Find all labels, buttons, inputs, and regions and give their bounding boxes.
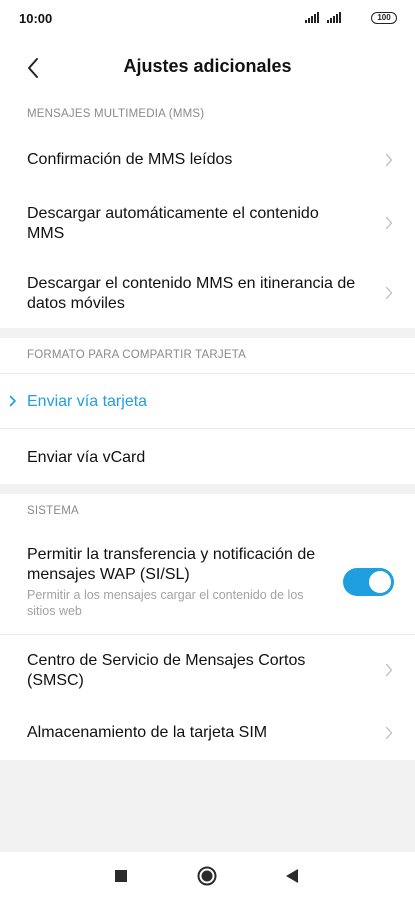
list-item-title: Descargar automáticamente el contenido M… (27, 205, 319, 242)
chevron-right-icon (385, 153, 393, 167)
chevron-right-icon (385, 286, 393, 300)
status-bar: 10:00 100 (0, 0, 415, 36)
section-label: SISTEMA (27, 505, 79, 517)
recents-button[interactable] (109, 864, 133, 888)
page-title: Ajustes adicionales (123, 56, 292, 76)
status-time: 10:00 (19, 11, 53, 26)
list-item-title: Confirmación de MMS leídos (27, 151, 233, 168)
list-item-title: Permitir la transferencia y notificación… (27, 546, 316, 583)
triangle-left-icon (286, 869, 298, 883)
chevron-right-icon (385, 663, 393, 677)
header: Ajustes adicionales (0, 36, 415, 98)
list-item-mms-roaming-download[interactable]: Descargar el contenido MMS en itineranci… (0, 258, 415, 328)
square-icon (115, 870, 127, 882)
chevron-right-icon (385, 726, 393, 740)
list-item-title: Almacenamiento de la tarjeta SIM (27, 724, 268, 741)
list-item-send-via-vcard[interactable]: Enviar vía vCard (0, 429, 415, 484)
circle-icon (197, 866, 217, 886)
battery-icon: 100 (371, 12, 397, 24)
signal-icon (327, 12, 345, 23)
section-label: MENSAJES MULTIMEDIA (MMS) (27, 108, 205, 120)
list-item-title: Enviar vía vCard (27, 449, 146, 466)
list-item-wap-push[interactable]: Permitir la transferencia y notificación… (0, 530, 415, 634)
section-mms: MENSAJES MULTIMEDIA (MMS) Confirmación d… (0, 98, 415, 328)
back-nav-button[interactable] (280, 864, 304, 888)
list-item-title: Descargar el contenido MMS en itineranci… (27, 275, 356, 312)
wap-push-toggle[interactable] (343, 568, 394, 596)
list-item-title: Enviar vía tarjeta (27, 393, 148, 410)
list-item-sim-storage[interactable]: Almacenamiento de la tarjeta SIM (0, 705, 415, 760)
section-label: FORMATO PARA COMPARTIR TARJETA (27, 349, 246, 361)
toggle-knob (369, 571, 391, 593)
list-item-title: Centro de Servicio de Mensajes Cortos (S… (27, 652, 306, 689)
chevron-right-icon (385, 216, 393, 230)
list-item-subtitle: Permitir a los mensajes cargar el conten… (27, 588, 304, 618)
section-card-format: FORMATO PARA COMPARTIR TARJETA Enviar ví… (0, 338, 415, 484)
selected-chevron-icon (9, 395, 16, 407)
list-item-smsc[interactable]: Centro de Servicio de Mensajes Cortos (S… (0, 635, 415, 705)
list-item-mms-auto-download[interactable]: Descargar automáticamente el contenido M… (0, 188, 415, 258)
section-system: SISTEMA Permitir la transferencia y noti… (0, 494, 415, 760)
home-button[interactable] (195, 864, 219, 888)
navigation-bar (0, 852, 415, 900)
list-item-send-via-card[interactable]: Enviar vía tarjeta (0, 374, 415, 428)
signal-icon (305, 12, 323, 23)
battery-level: 100 (377, 13, 391, 22)
list-item-mms-read-confirmation[interactable]: Confirmación de MMS leídos (0, 132, 415, 188)
